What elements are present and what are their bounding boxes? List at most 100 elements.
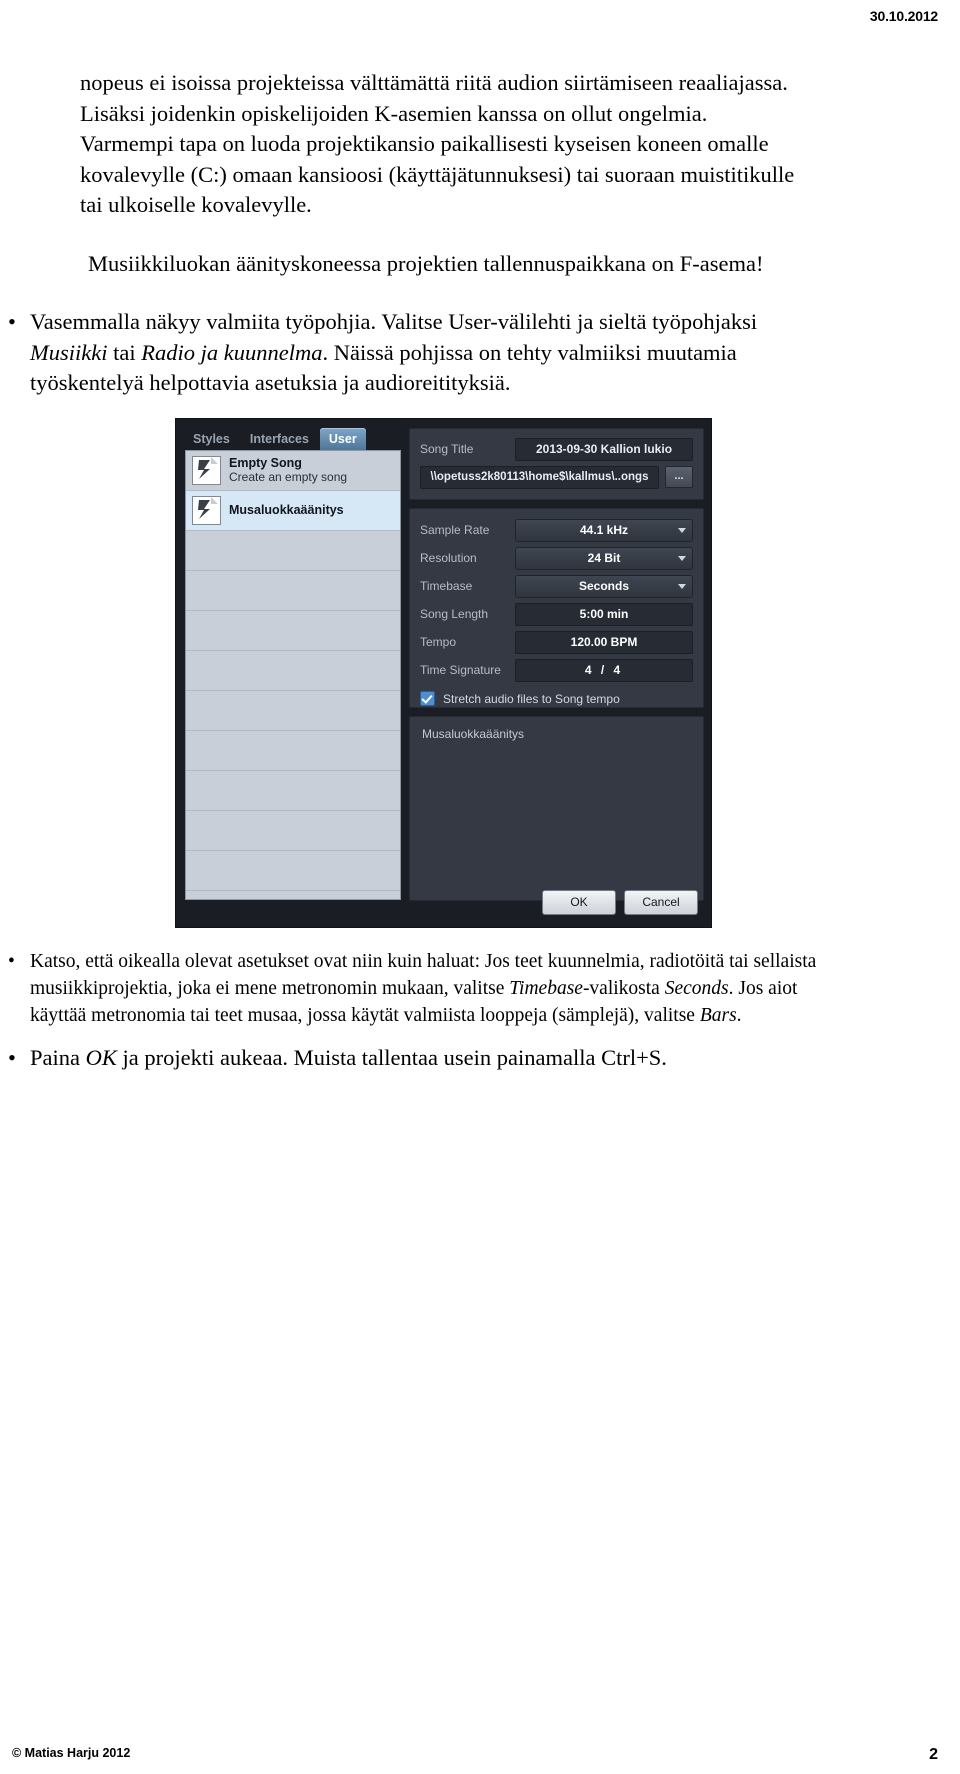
bullet-3-text-b: ja projekti aukeaa. Muista tallentaa use… [116, 1045, 667, 1070]
song-path-input[interactable]: \\opetuss2k80113\home$\kallmus\..ongs [420, 465, 659, 489]
stretch-audio-checkbox[interactable] [420, 691, 435, 706]
bullet-2-line-2-a: musiikkiprojektia, joka ei mene metronom… [30, 978, 510, 999]
list-item-empty [186, 731, 400, 771]
stretch-audio-row[interactable]: Stretch audio files to Song tempo [420, 691, 693, 706]
bullet-2-line-2-b: -valikosta [582, 978, 665, 999]
document-body-lower: • Katso, että oikealla olevat asetukset … [8, 948, 880, 1074]
list-item-empty-song[interactable]: Empty Song Create an empty song [186, 451, 400, 491]
bullet-1-line-1: Vasemmalla näkyy valmiita työpohjia. Val… [30, 309, 758, 334]
bullet-2-line-3-b: . [736, 1005, 742, 1026]
timebase-select[interactable]: Seconds [515, 574, 693, 598]
footer-page-number: 2 [929, 1746, 938, 1763]
template-notes-panel: Musaluokkaäänitys [409, 716, 704, 901]
resolution-label: Resolution [420, 551, 477, 565]
tempo-row: Tempo 120.00 BPM [420, 630, 693, 654]
bullet-3-text-a: Paina [30, 1045, 86, 1070]
paragraph-1-line-2: Lisäksi joidenkin opiskelijoiden K-asemi… [80, 100, 708, 126]
tab-user[interactable]: User [319, 428, 366, 450]
time-signature-row: Time Signature 4 / 4 [420, 658, 693, 682]
bullet-1-line-2-c: . Näissä pohjissa on tehty valmiiksi muu… [322, 339, 737, 365]
paragraph-3-highlight: Musiikkiluokan äänityskoneessa projektie… [88, 250, 764, 276]
song-path-row: \\opetuss2k80113\home$\kallmus\..ongs ..… [420, 465, 693, 489]
template-list[interactable]: Empty Song Create an empty song Musaluok… [185, 450, 401, 900]
studio-one-new-song-dialog-screenshot: Styles Interfaces User Empty Song Create… [175, 418, 712, 928]
timebase-value: Seconds [578, 578, 629, 593]
bullet-2-italic-bars: Bars [699, 1005, 737, 1026]
bullet-2-italic-seconds: Seconds [664, 978, 729, 999]
cancel-button[interactable]: Cancel [624, 890, 698, 915]
bullet-2-italic-timebase: Timebase [509, 978, 583, 999]
tempo-input[interactable]: 120.00 BPM [515, 630, 693, 654]
song-document-icon [192, 456, 221, 485]
bullet-item-1: • Vasemmalla näkyy valmiita työpohjia. V… [8, 307, 880, 399]
template-category-tabs: Styles Interfaces User [184, 425, 402, 450]
browse-button[interactable]: ... [665, 466, 693, 488]
list-item-musaluokkaaanitys-title: Musaluokkaäänitys [229, 503, 344, 518]
chevron-down-icon [678, 528, 686, 533]
paragraph-2-line-2: kovalevylle (C:) omaan kansioosi (käyttä… [80, 161, 795, 187]
bullet-2-line-2-c: . Jos aiot [728, 978, 798, 999]
paragraph-1-line-1: nopeus ei isoissa projekteissa välttämät… [80, 70, 788, 95]
song-title-label: Song Title [420, 442, 474, 456]
bullet-1-line-3: työskentelyä helpottavia asetuksia ja au… [30, 370, 511, 395]
resolution-row: Resolution 24 Bit [420, 546, 693, 570]
sample-rate-row: Sample Rate 44.1 kHz [420, 518, 693, 542]
resolution-value: 24 Bit [587, 550, 621, 565]
tab-interfaces[interactable]: Interfaces [241, 428, 318, 450]
paragraph-1: nopeus ei isoissa projekteissa välttämät… [80, 68, 880, 129]
bullet-marker-icon: • [8, 1045, 16, 1070]
song-length-label: Song Length [420, 607, 489, 621]
tempo-label: Tempo [420, 635, 457, 649]
list-item-empty [186, 571, 400, 611]
audio-settings-panel: Sample Rate 44.1 kHz Resolution 24 Bit T… [409, 508, 704, 708]
list-item-empty [186, 651, 400, 691]
page-header-date: 30.10.2012 [869, 8, 938, 24]
template-notes-title: Musaluokkaäänitys [422, 727, 525, 741]
list-item-empty [186, 771, 400, 811]
dialog-button-bar: OK Cancel [184, 885, 704, 919]
list-item-empty [186, 611, 400, 651]
bullet-marker-icon: • [8, 309, 16, 334]
paragraph-2-line-1: Varmempi tapa on luoda projektikansio pa… [80, 131, 769, 156]
timebase-row: Timebase Seconds [420, 574, 693, 598]
song-title-input[interactable]: 2013-09-30 Kallion lukio [515, 437, 693, 461]
footer-copyright: © Matias Harju 2012 [12, 1746, 131, 1760]
resolution-select[interactable]: 24 Bit [515, 546, 693, 570]
ok-button[interactable]: OK [542, 890, 616, 915]
list-item-empty [186, 691, 400, 731]
time-signature-input[interactable]: 4 / 4 [515, 658, 693, 682]
list-item-empty [186, 531, 400, 571]
song-length-input[interactable]: 5:00 min [515, 602, 693, 626]
tab-styles[interactable]: Styles [184, 428, 239, 450]
list-item-empty-song-text: Empty Song Create an empty song [229, 456, 347, 484]
sample-rate-select[interactable]: 44.1 kHz [515, 518, 693, 542]
bullet-1-line-2-b: tai [107, 339, 142, 365]
chevron-down-icon [678, 556, 686, 561]
song-length-row: Song Length 5:00 min [420, 602, 693, 626]
song-title-row: Song Title 2013-09-30 Kallion lukio [420, 437, 693, 461]
bullet-item-2-text: Katso, että oikealla olevat asetukset ov… [30, 948, 880, 1029]
list-item-empty [186, 811, 400, 851]
bullet-item-2: • Katso, että oikealla olevat asetukset … [8, 948, 880, 1029]
list-item-empty-song-title: Empty Song [229, 456, 302, 471]
sample-rate-value: 44.1 kHz [579, 522, 629, 537]
chevron-down-icon [678, 584, 686, 589]
song-title-panel: Song Title 2013-09-30 Kallion lukio \\op… [409, 428, 704, 500]
paragraph-2: Varmempi tapa on luoda projektikansio pa… [80, 129, 880, 221]
list-item-musaluokkaaanitys-text: Musaluokkaäänitys [229, 503, 344, 517]
list-item-empty-song-subtitle: Create an empty song [229, 469, 348, 484]
bullet-1-italic-radio: Radio ja kuunnelma [141, 339, 323, 365]
bullet-2-line-3-a: käyttää metronomia tai teet musaa, jossa… [30, 1005, 700, 1026]
stretch-audio-label: Stretch audio files to Song tempo [443, 691, 620, 706]
bullet-marker-icon: • [8, 951, 15, 972]
list-item-musaluokkaaanitys[interactable]: Musaluokkaäänitys [186, 491, 400, 531]
bullet-item-1-text: Vasemmalla näkyy valmiita työpohjia. Val… [30, 307, 880, 399]
time-signature-label: Time Signature [420, 663, 501, 677]
song-document-icon [192, 496, 221, 525]
timebase-label: Timebase [420, 579, 473, 593]
paragraph-2-line-3: tai ulkoiselle kovalevylle. [80, 192, 312, 217]
bullet-1-italic-musiikki: Musiikki [30, 339, 108, 365]
